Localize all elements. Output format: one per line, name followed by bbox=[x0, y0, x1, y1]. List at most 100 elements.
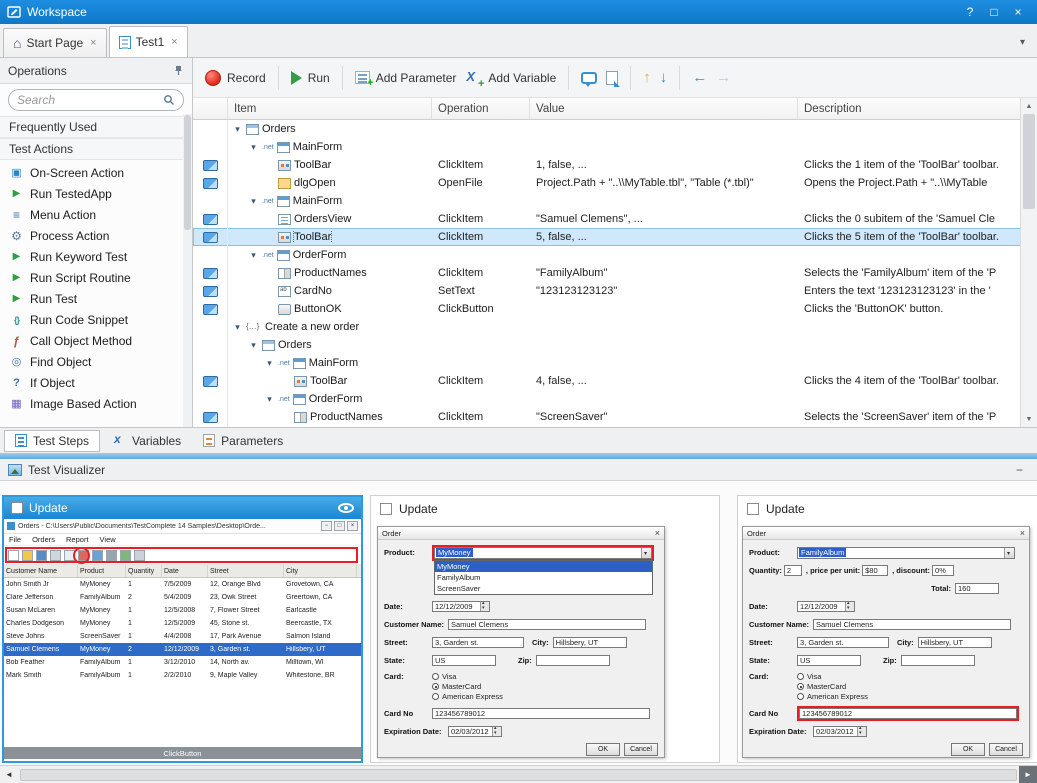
sidebar-item-if-object[interactable]: If Object bbox=[0, 372, 192, 393]
move-down-icon[interactable] bbox=[660, 70, 668, 85]
tree-caret[interactable] bbox=[232, 321, 243, 333]
comment-icon[interactable] bbox=[581, 72, 597, 84]
sidebar-item-run-test[interactable]: Run Test bbox=[0, 288, 192, 309]
add-parameter-button[interactable]: Add Parameter bbox=[355, 71, 457, 85]
visualizer-frame-3[interactable]: Update OrderProduct:FamilyAlbumQuantity:… bbox=[737, 495, 1037, 763]
step-row[interactable]: CardNoSetText"123123123123"Enters the te… bbox=[193, 282, 1037, 300]
step-row[interactable]: ToolBarClickItem1, false, ...Clicks the … bbox=[193, 156, 1037, 174]
pin-icon[interactable] bbox=[173, 65, 184, 76]
sidebar-item-run-script-routine[interactable]: Run Script Routine bbox=[0, 267, 192, 288]
step-row[interactable]: .netOrderForm bbox=[193, 246, 1037, 264]
tree-caret[interactable] bbox=[248, 339, 259, 351]
column-header-value[interactable]: Value bbox=[530, 98, 798, 119]
tab-start-page[interactable]: Start Page × bbox=[3, 28, 107, 57]
sidebar-item-menu-action[interactable]: Menu Action bbox=[0, 204, 192, 225]
orders-cell: FamilyAlbum bbox=[78, 672, 126, 679]
close-tab-icon[interactable]: × bbox=[90, 37, 96, 49]
column-header-item[interactable]: Item bbox=[228, 98, 432, 119]
update-checkbox[interactable] bbox=[11, 502, 23, 514]
tab-parameters[interactable]: Parameters bbox=[193, 430, 293, 452]
tree-caret[interactable] bbox=[232, 123, 243, 135]
step-row[interactable]: Create a new order bbox=[193, 318, 1037, 336]
tab-variables[interactable]: Variables bbox=[102, 430, 191, 452]
tree-caret[interactable] bbox=[264, 393, 275, 405]
step-row[interactable]: OrdersViewClickItem"Samuel Clemens", ...… bbox=[193, 210, 1037, 228]
update-checkbox[interactable] bbox=[380, 503, 392, 515]
sidebar-item-run-code-snippet[interactable]: Run Code Snippet bbox=[0, 309, 192, 330]
frame-header: Update bbox=[371, 496, 719, 522]
variables-icon bbox=[112, 434, 126, 448]
search-icon[interactable] bbox=[163, 94, 175, 106]
button-icon bbox=[278, 304, 291, 315]
orders-row: Steve JohnsScreenSaver14/4/200817, Park … bbox=[4, 630, 361, 643]
orders-icon bbox=[246, 124, 259, 135]
sidebar-item-run-keyword-test[interactable]: Run Keyword Test bbox=[0, 246, 192, 267]
scroll-up-icon[interactable] bbox=[1021, 98, 1037, 114]
step-row[interactable]: .netMainForm bbox=[193, 354, 1037, 372]
indent-left-icon[interactable] bbox=[692, 70, 707, 85]
step-operation-cell: OpenFile bbox=[432, 177, 530, 189]
sidebar-item-image-based-action[interactable]: Image Based Action bbox=[0, 393, 192, 414]
step-row[interactable]: ButtonOKClickButtonClicks the 'ButtonOK'… bbox=[193, 300, 1037, 318]
step-row[interactable]: .netMainForm bbox=[193, 192, 1037, 210]
sidebar-item-on-screen-action[interactable]: On-Screen Action bbox=[0, 162, 192, 183]
update-checkbox[interactable] bbox=[747, 503, 759, 515]
scroll-thumb[interactable] bbox=[1023, 114, 1035, 209]
field-value: 3, Garden st. bbox=[432, 637, 524, 648]
search-input[interactable] bbox=[17, 93, 159, 107]
tab-test-steps[interactable]: Test Steps bbox=[4, 430, 100, 452]
section-test-actions[interactable]: Test Actions bbox=[0, 138, 192, 160]
grid-vertical-scrollbar[interactable] bbox=[1020, 98, 1037, 427]
scroll-thumb[interactable] bbox=[184, 115, 191, 230]
horizontal-scrollbar[interactable] bbox=[0, 765, 1037, 783]
sidebar-scrollbar[interactable] bbox=[183, 114, 192, 427]
tree-caret[interactable] bbox=[248, 195, 259, 207]
close-tab-icon[interactable]: × bbox=[171, 36, 177, 48]
sidebar-item-process-action[interactable]: Process Action bbox=[0, 225, 192, 246]
tab-test1[interactable]: Test1 × bbox=[109, 26, 188, 57]
maximize-icon bbox=[334, 521, 345, 531]
field-label: Street: bbox=[384, 638, 432, 647]
close-button[interactable]: × bbox=[1006, 2, 1030, 22]
sidebar-item-call-object-method[interactable]: Call Object Method bbox=[0, 330, 192, 351]
visualizer-frame-2[interactable]: Update OrderProduct:MyMoneyTotal:200Date… bbox=[370, 495, 720, 763]
record-button[interactable]: Record bbox=[205, 70, 266, 86]
step-row[interactable]: ToolBarClickItem5, false, ...Clicks the … bbox=[193, 228, 1037, 246]
visualizer-frame-1[interactable]: Update Orders - C:\Users\Public\Document… bbox=[2, 495, 363, 763]
help-button[interactable]: ? bbox=[958, 2, 982, 22]
run-button[interactable]: Run bbox=[291, 71, 330, 85]
orders-grid-header: Customer NameProductQuantityDateStreetCi… bbox=[4, 565, 361, 578]
scroll-right-icon[interactable] bbox=[1019, 766, 1037, 783]
tree-caret[interactable] bbox=[248, 249, 259, 261]
step-row[interactable]: ProductNamesClickItem"ScreenSaver"Select… bbox=[193, 408, 1037, 426]
sidebar-item-find-object[interactable]: Find Object bbox=[0, 351, 192, 372]
update-label: Update bbox=[29, 501, 68, 515]
sidebar-item-run-testedapp[interactable]: Run TestedApp bbox=[0, 183, 192, 204]
step-row[interactable]: Orders bbox=[193, 336, 1037, 354]
maximize-button[interactable]: □ bbox=[982, 2, 1006, 22]
column-header-operation[interactable]: Operation bbox=[432, 98, 530, 119]
field-label: Card: bbox=[384, 672, 432, 681]
scroll-down-icon[interactable] bbox=[1021, 411, 1037, 427]
scroll-thumb[interactable] bbox=[20, 769, 1017, 781]
move-up-icon[interactable] bbox=[643, 70, 651, 85]
column-header-description[interactable]: Description bbox=[798, 98, 1020, 119]
tree-caret[interactable] bbox=[264, 357, 275, 369]
add-variable-button[interactable]: Add Variable bbox=[465, 70, 556, 85]
eye-icon[interactable] bbox=[338, 503, 354, 513]
tree-caret[interactable] bbox=[248, 141, 259, 153]
step-row[interactable]: .netOrderForm bbox=[193, 390, 1037, 408]
step-row[interactable]: ToolBarClickItem4, false, ...Clicks the … bbox=[193, 372, 1037, 390]
step-row[interactable]: dlgOpenOpenFileProject.Path + "..\\MyTab… bbox=[193, 174, 1037, 192]
form-icon bbox=[277, 250, 290, 261]
description-icon[interactable] bbox=[606, 71, 618, 85]
scroll-left-icon[interactable] bbox=[0, 766, 18, 783]
step-row[interactable]: Orders bbox=[193, 120, 1037, 138]
step-row[interactable]: ProductNamesClickItem"FamilyAlbum"Select… bbox=[193, 264, 1037, 282]
step-row[interactable]: .netMainForm bbox=[193, 138, 1037, 156]
minimize-icon[interactable]: − bbox=[1016, 463, 1029, 477]
tab-list-dropdown-icon[interactable] bbox=[1020, 34, 1025, 48]
section-frequently-used[interactable]: Frequently Used bbox=[0, 116, 192, 138]
indent-right-icon[interactable] bbox=[716, 70, 731, 85]
toolbar-button-icon bbox=[22, 550, 33, 561]
